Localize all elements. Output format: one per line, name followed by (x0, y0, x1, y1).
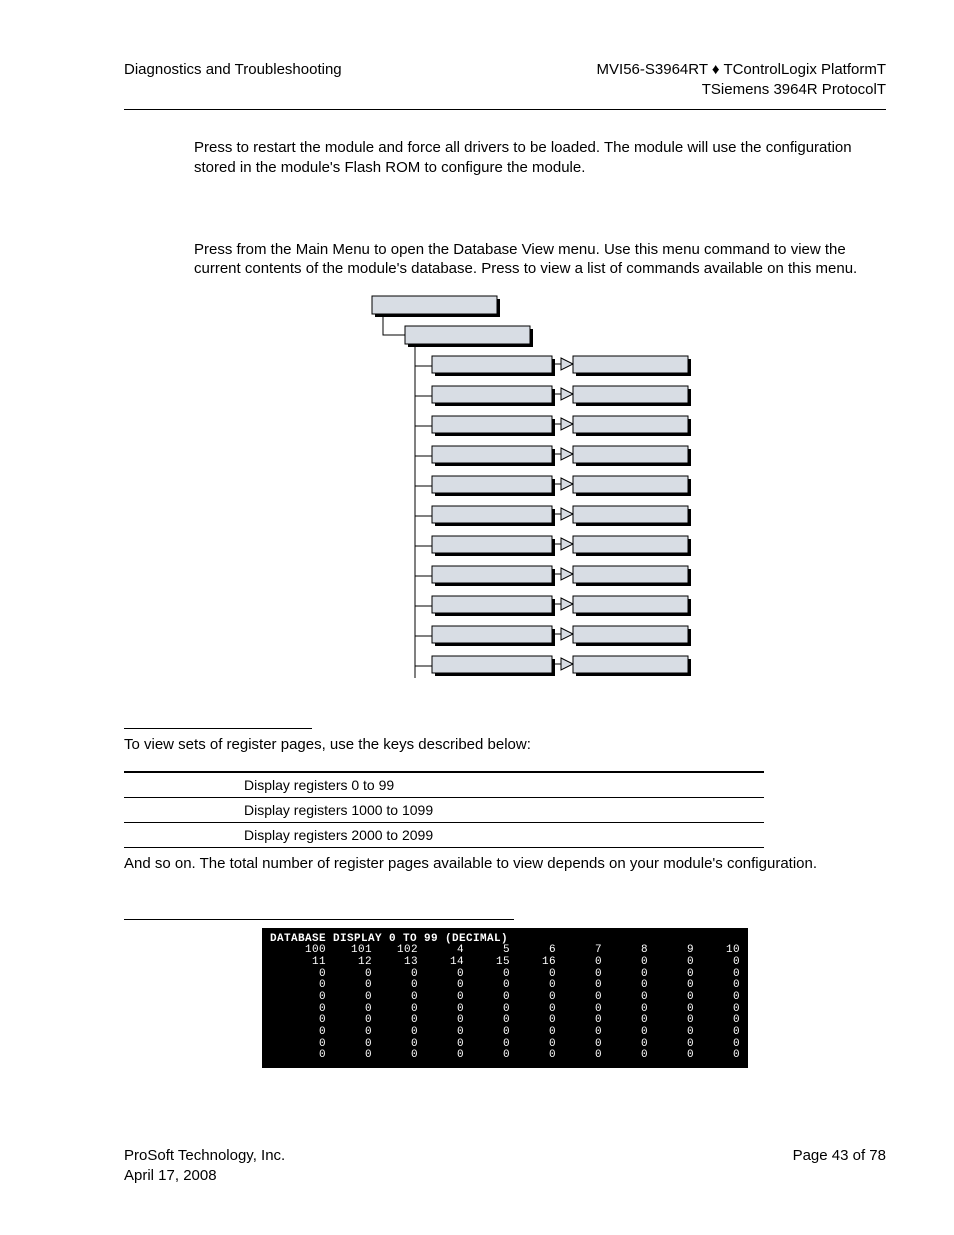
header-right-line2: TSiemens 3964R ProtocolT (597, 80, 886, 100)
footer-left: ProSoft Technology, Inc. April 17, 2008 (124, 1146, 285, 1185)
header-right: MVI56-S3964RT ♦ TControlLogix PlatformT … (597, 60, 886, 99)
section-text-2: And so on. The total number of register … (124, 854, 886, 874)
footer-company: ProSoft Technology, Inc. (124, 1146, 285, 1166)
header-rule (124, 109, 886, 110)
section-rule-2 (124, 919, 514, 920)
table-row: Display registers 1000 to 1099 (124, 798, 764, 823)
header-right-line1: MVI56-S3964RT ♦ TControlLogix PlatformT (597, 60, 886, 80)
table-row: Display registers 2000 to 2099 (124, 823, 764, 848)
table-cell-description: Display registers 0 to 99 (124, 772, 764, 798)
page-footer: ProSoft Technology, Inc. April 17, 2008 … (124, 1146, 886, 1185)
terminal-output: DATABASE DISPLAY 0 TO 99 (DECIMAL) 10010… (262, 928, 748, 1068)
header-left: Diagnostics and Troubleshooting (124, 60, 342, 99)
paragraph-1: Press to restart the module and force al… (194, 138, 886, 178)
section-text-1: To view sets of register pages, use the … (124, 735, 886, 755)
page: Diagnostics and Troubleshooting MVI56-S3… (0, 0, 954, 1235)
page-header: Diagnostics and Troubleshooting MVI56-S3… (124, 60, 886, 99)
terminal-row: 0000000000 (270, 1050, 740, 1062)
paragraph-2: Press from the Main Menu to open the Dat… (194, 240, 886, 280)
terminal-row: 0000000000 (270, 992, 740, 1004)
footer-date: April 17, 2008 (124, 1166, 285, 1186)
footer-page: Page 43 of 78 (793, 1146, 886, 1185)
menu-tree-diagram (124, 293, 886, 698)
section-rule-1 (124, 728, 312, 729)
table-cell-description: Display registers 2000 to 2099 (124, 823, 764, 848)
terminal-row: 0000000000 (270, 1027, 740, 1039)
terminal-row: 1112131415160000 (270, 957, 740, 969)
table-row: Display registers 0 to 99 (124, 772, 764, 798)
table-cell-description: Display registers 1000 to 1099 (124, 798, 764, 823)
register-table: Display registers 0 to 99Display registe… (124, 763, 764, 848)
